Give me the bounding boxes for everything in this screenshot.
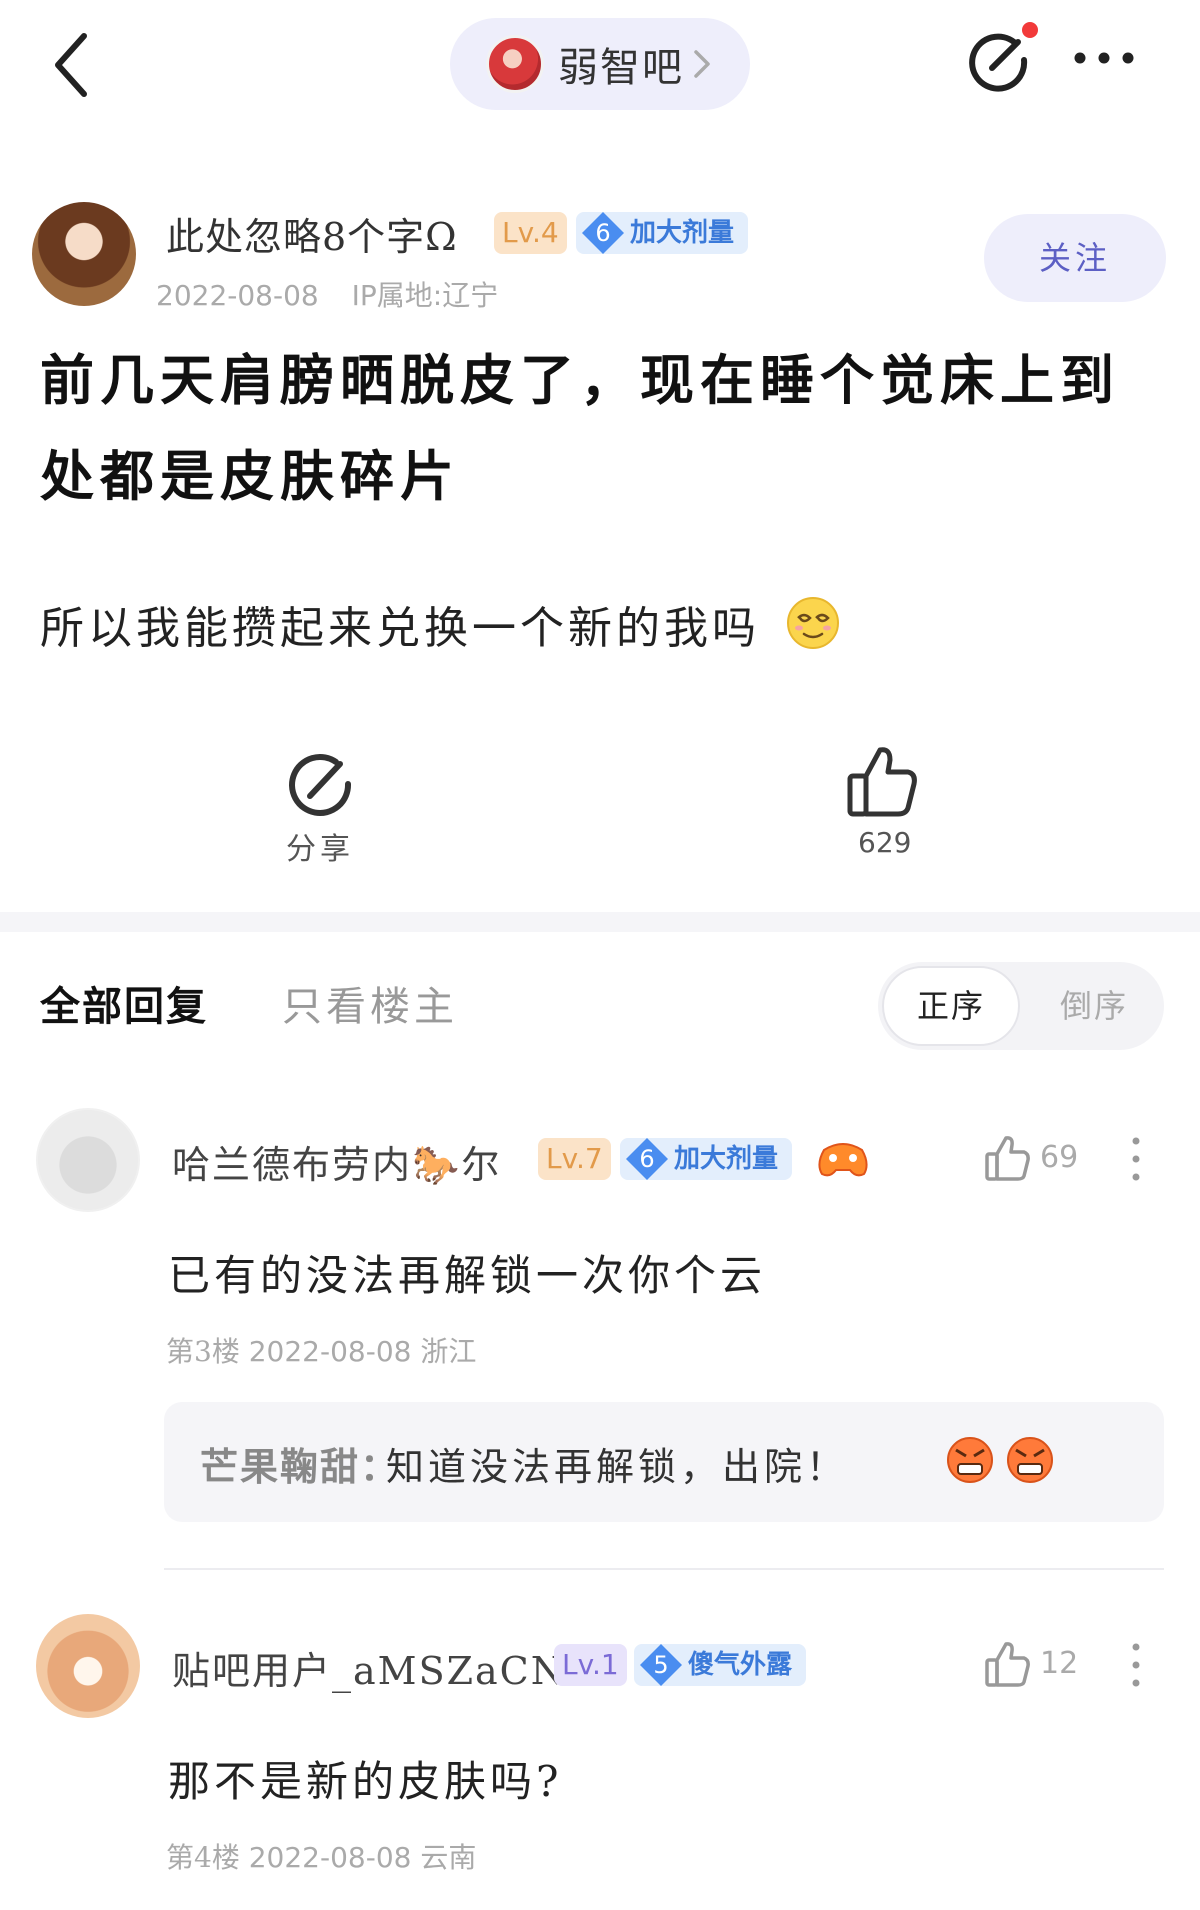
tab-op-only[interactable]: 只看楼主	[282, 974, 458, 1032]
avatar[interactable]	[36, 1614, 140, 1718]
level-badge: Lv.4	[494, 212, 567, 254]
reply-date: 2022-08-08	[248, 1335, 412, 1368]
angry-face-emoji-icon	[947, 1437, 993, 1483]
title-badge: 6 加大剂量	[620, 1138, 793, 1180]
thumbs-up-icon[interactable]	[846, 744, 918, 818]
forum-avatar	[486, 35, 544, 93]
reply-text: 已有的没法再解锁一次你个云	[168, 1251, 767, 1300]
forum-pill[interactable]: 弱智吧	[450, 18, 750, 110]
author-meta: 2022-08-08 IP属地:辽宁	[156, 274, 498, 314]
sub-reply[interactable]: 芒果鞠甜： 知道没法再解锁，出院！	[164, 1402, 1164, 1522]
reply-meta: 第3楼 2022-08-08 浙江	[166, 1330, 476, 1370]
ip-location: IP属地:辽宁	[351, 279, 499, 312]
title-badge-text: 傻气外露	[688, 1650, 793, 1680]
sort-ascending-button[interactable]: 正序	[882, 966, 1020, 1046]
avatar[interactable]	[36, 1108, 140, 1212]
follow-button[interactable]: 关注	[984, 214, 1166, 302]
level-badge: Lv.7	[538, 1138, 611, 1180]
reply-username[interactable]: 哈兰德布劳内🐎尔	[172, 1134, 501, 1189]
forum-name: 弱智吧	[558, 45, 684, 91]
title-badge-text: 加大剂量	[630, 218, 735, 248]
reply-text: 那不是新的皮肤吗?	[168, 1757, 563, 1806]
post-date: 2022-08-08	[156, 279, 319, 312]
back-icon[interactable]	[48, 30, 96, 100]
post-title: 前几天肩膀晒脱皮了，现在睡个觉床上到处都是皮肤碎片	[40, 348, 1120, 508]
reply-username[interactable]: 贴吧用户_aMSZaCN	[172, 1640, 566, 1695]
sort-descending-button[interactable]: 倒序	[1032, 966, 1156, 1046]
sub-reply-text: 知道没法再解锁，出院！	[386, 1445, 849, 1489]
reply-date: 2022-08-08	[248, 1841, 412, 1874]
sub-reply-username[interactable]: 芒果鞠甜：	[200, 1436, 400, 1491]
section-divider	[0, 912, 1200, 932]
title-badge-text: 加大剂量	[674, 1144, 779, 1174]
title-badge: 5 傻气外露	[634, 1644, 807, 1686]
notification-dot	[1022, 22, 1038, 38]
reply-like-count: 12	[1040, 1646, 1079, 1681]
share-icon[interactable]	[966, 28, 1032, 94]
dizzy-face-emoji-icon	[787, 597, 839, 649]
game-controller-badge-icon	[818, 1143, 868, 1177]
thumbs-up-icon[interactable]	[984, 1640, 1030, 1688]
author-avatar[interactable]	[32, 202, 136, 306]
thumbs-up-icon[interactable]	[984, 1134, 1030, 1182]
tab-all-replies[interactable]: 全部回复	[40, 974, 208, 1032]
more-icon[interactable]	[1072, 46, 1136, 70]
post-body: 所以我能攒起来兑换一个新的我吗	[40, 603, 760, 654]
more-vertical-icon[interactable]	[1130, 1136, 1142, 1182]
reply-floor: 第4楼	[166, 1841, 240, 1874]
title-badge: 6 加大剂量	[576, 212, 749, 254]
title-badge-level: 5	[653, 1651, 669, 1679]
angry-face-emoji-icon	[1007, 1437, 1053, 1483]
share-label[interactable]: 分享	[286, 824, 354, 868]
reply-like-count: 69	[1040, 1140, 1079, 1175]
chevron-right-icon	[694, 50, 710, 78]
reply-floor: 第3楼	[166, 1335, 240, 1368]
more-vertical-icon[interactable]	[1130, 1642, 1142, 1688]
author-name[interactable]: 此处忽略8个字Ω	[166, 206, 458, 261]
sort-toggle[interactable]: 正序 倒序	[878, 962, 1164, 1050]
level-badge: Lv.1	[554, 1644, 627, 1686]
reply-location: 浙江	[420, 1335, 477, 1368]
reply-location: 云南	[420, 1841, 477, 1874]
like-count: 629	[858, 826, 912, 859]
title-badge-level: 6	[639, 1145, 655, 1173]
title-badge-level: 6	[595, 219, 611, 247]
reply-meta: 第4楼 2022-08-08 云南	[166, 1836, 476, 1876]
reply-divider	[164, 1568, 1164, 1570]
